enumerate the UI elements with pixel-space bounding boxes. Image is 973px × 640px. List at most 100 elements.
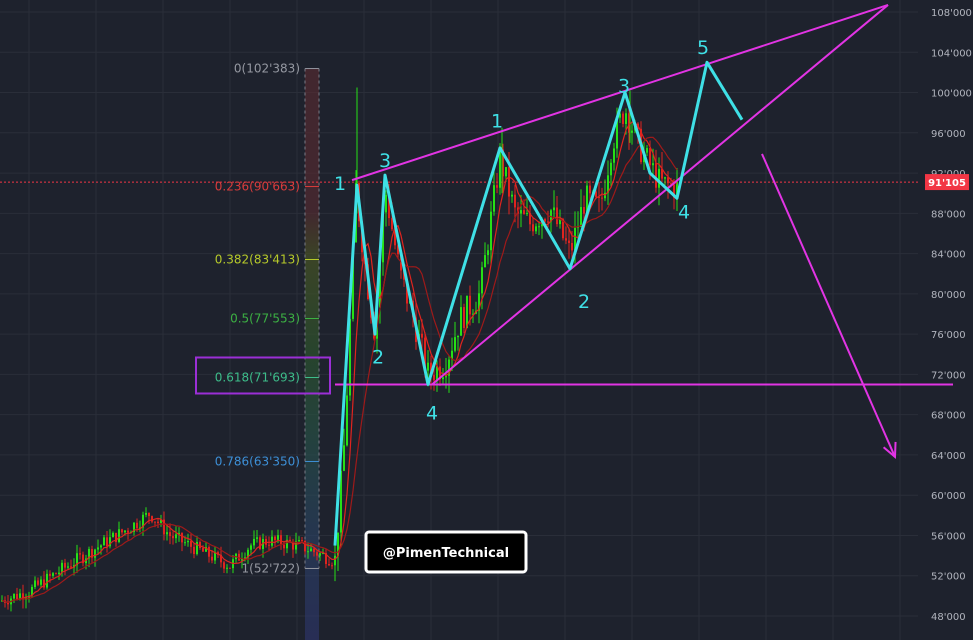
wave-label-5: 5	[697, 37, 709, 59]
current-price-tag: 91'105	[925, 174, 969, 191]
candle-body	[253, 538, 255, 546]
price-tick-label: 76'000	[931, 330, 966, 341]
candle-body	[469, 295, 471, 315]
candle-body	[49, 573, 51, 576]
price-tick-label: 88'000	[931, 209, 966, 220]
candle-body	[385, 194, 387, 213]
candle-body	[565, 238, 567, 241]
candle-body	[346, 395, 348, 446]
wave-label-4: 4	[678, 201, 690, 223]
candle-body	[103, 537, 105, 546]
candle-body	[148, 512, 150, 517]
candle-body	[58, 572, 60, 575]
candle-body	[61, 562, 63, 573]
candle-body	[538, 226, 540, 228]
candle-body	[481, 267, 483, 294]
wave-label-2: 2	[578, 291, 590, 313]
candle-body	[310, 548, 312, 552]
candle-body	[511, 194, 513, 197]
candle-body	[343, 445, 345, 471]
candle-body	[583, 207, 585, 214]
candle-body	[298, 540, 300, 542]
candle-body	[145, 512, 147, 515]
price-tick-label: 84'000	[931, 250, 966, 261]
candle-body	[202, 548, 204, 552]
candle-body	[655, 163, 657, 188]
fib-label-0: 0(102'383)	[234, 62, 300, 76]
candle-body	[34, 580, 36, 587]
candle-body	[301, 540, 303, 542]
candle-body	[208, 546, 210, 557]
candle-body	[442, 377, 444, 380]
candle-body	[334, 555, 336, 566]
candle-body	[433, 375, 435, 381]
candle-body	[190, 540, 192, 547]
candle-body	[649, 148, 651, 166]
candle-body	[121, 529, 123, 533]
candle-body	[193, 546, 195, 555]
candle-body	[313, 548, 315, 553]
candle-body	[52, 573, 54, 576]
candle-body	[487, 250, 489, 256]
candle-body	[250, 545, 252, 550]
price-chart[interactable]: 1 3 2 4 1 2 3 4 5 0(102'383) 0.236(90'663) 0.382(8…	[0, 0, 973, 640]
price-tick-label: 96'000	[931, 129, 966, 140]
current-price-tag-text: 91'105	[928, 178, 966, 189]
candle-body	[277, 535, 279, 541]
candle-body	[625, 113, 627, 124]
candle-body	[631, 130, 633, 133]
candle-body	[457, 335, 459, 338]
price-tick-label: 56'000	[931, 531, 966, 542]
candle-body	[274, 536, 276, 541]
price-tick-label: 48'000	[931, 612, 966, 623]
candle-body	[328, 563, 330, 566]
fib-label-0.236: 0.236(90'663)	[215, 180, 300, 194]
candle-body	[319, 553, 321, 556]
candle-body	[13, 593, 15, 599]
candle-body	[64, 562, 66, 568]
candle-body	[124, 530, 126, 533]
wave-label-3: 3	[618, 75, 630, 97]
candle-body	[97, 547, 99, 550]
candle-body	[484, 255, 486, 268]
candle-body	[463, 307, 465, 328]
candle-body	[226, 567, 228, 569]
candle-body	[316, 552, 318, 556]
candle-body	[622, 113, 624, 124]
candle-body	[283, 544, 285, 549]
candle-body	[544, 218, 546, 222]
wave-label-1: 1	[334, 173, 346, 195]
candle-body	[664, 177, 666, 179]
candle-body	[16, 593, 18, 600]
candle-body	[229, 567, 231, 569]
candle-body	[184, 542, 186, 544]
candle-body	[658, 168, 660, 188]
candle-body	[421, 333, 423, 338]
candle-body	[496, 185, 498, 188]
candle-body	[427, 362, 429, 371]
candle-body	[67, 566, 69, 568]
candle-body	[55, 573, 57, 575]
candle-body	[589, 185, 591, 194]
fib-label-0.5: 0.5(77'553)	[230, 311, 300, 325]
price-tick-label: 100'000	[931, 89, 972, 100]
price-tick-label: 80'000	[931, 290, 966, 301]
price-tick-label: 104'000	[931, 48, 972, 59]
candle-body	[571, 242, 573, 251]
candle-body	[490, 211, 492, 251]
candle-body	[166, 532, 168, 535]
candle-body	[520, 210, 522, 214]
candle-body	[268, 544, 270, 546]
candle-body	[100, 545, 102, 548]
candle-body	[646, 148, 648, 153]
candle-body	[610, 162, 612, 176]
price-tick-label: 60'000	[931, 491, 966, 502]
fib-label-0.786: 0.786(63'350)	[215, 454, 300, 468]
candle-body	[256, 537, 258, 539]
candle-body	[169, 532, 171, 537]
candle-body	[307, 551, 309, 553]
price-tick-label: 52'000	[931, 572, 966, 583]
watermark-badge: @PimenTechnical	[364, 530, 528, 574]
fib-label-0.382: 0.382(83'413)	[215, 253, 300, 267]
candle-body	[505, 167, 507, 177]
